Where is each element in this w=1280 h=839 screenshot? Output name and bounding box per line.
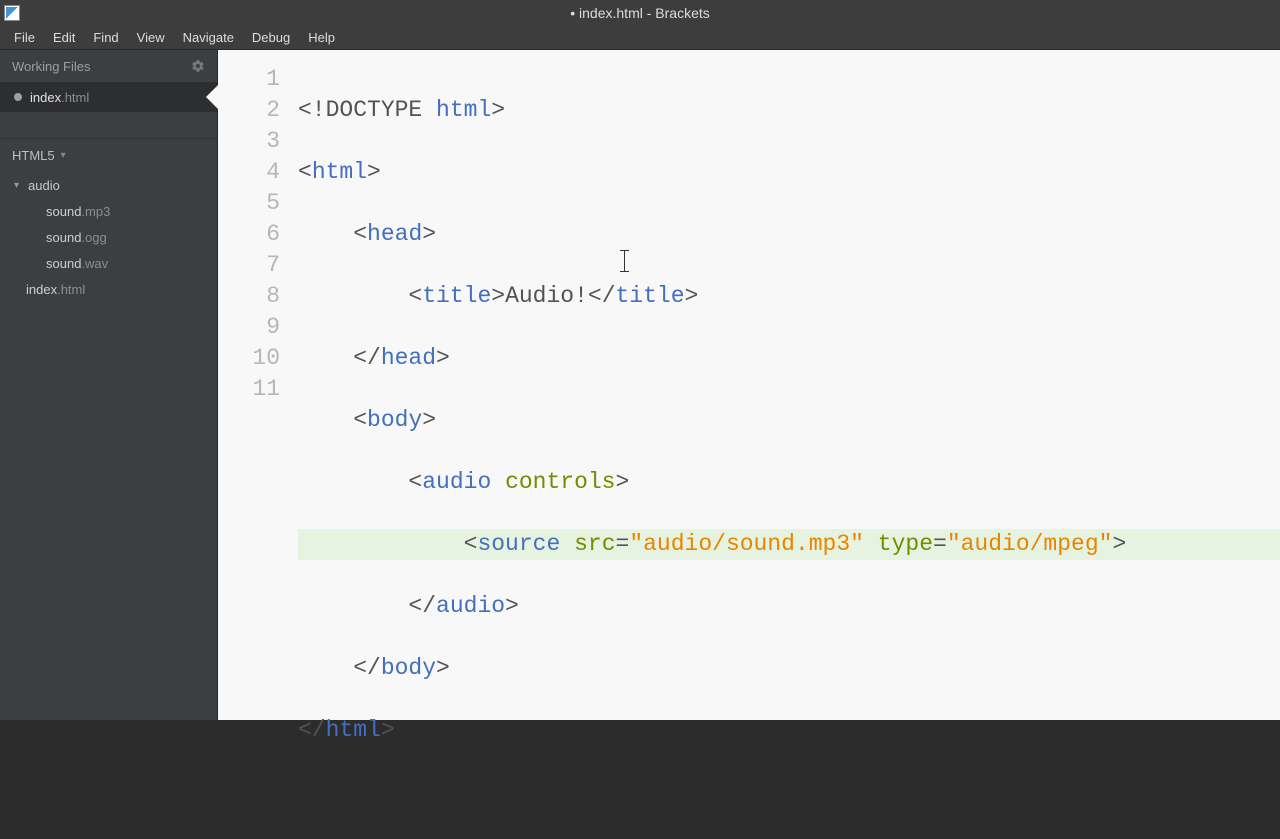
app-logo-icon — [4, 5, 20, 21]
line-number: 10 — [218, 343, 298, 374]
tree-file-sound-mp3[interactable]: sound.mp3 — [0, 198, 217, 224]
sidebar: Working Files index.html HTML5 ▾ ▾ audio… — [0, 50, 218, 720]
code-line: <title>Audio!</title> — [298, 281, 1280, 312]
menu-file[interactable]: File — [6, 27, 43, 48]
working-file-name: index.html — [30, 90, 89, 105]
menu-view[interactable]: View — [129, 27, 173, 48]
project-label: HTML5 — [12, 148, 55, 163]
tree-file-index-html[interactable]: index.html — [0, 276, 217, 302]
line-number: 8 — [218, 281, 298, 312]
dirty-indicator-icon — [14, 93, 22, 101]
menu-edit[interactable]: Edit — [45, 27, 83, 48]
code-line: <body> — [298, 405, 1280, 436]
code-line-active: <source src="audio/sound.mp3" type="audi… — [298, 529, 1280, 560]
line-number: 7 — [218, 250, 298, 281]
menu-debug[interactable]: Debug — [244, 27, 298, 48]
disclose-triangle-icon: ▾ — [14, 180, 24, 191]
line-number: 6 — [218, 219, 298, 250]
menu-find[interactable]: Find — [85, 27, 126, 48]
code-line: <head> — [298, 219, 1280, 250]
line-number: 5 — [218, 188, 298, 219]
line-number: 11 — [218, 374, 298, 405]
titlebar: • index.html - Brackets — [0, 0, 1280, 26]
working-file-index-html[interactable]: index.html — [0, 82, 217, 112]
code-line: </audio> — [298, 591, 1280, 622]
line-number: 3 — [218, 126, 298, 157]
line-number: 2 — [218, 95, 298, 126]
folder-name: audio — [28, 178, 60, 193]
code-area[interactable]: <!DOCTYPE html> <html> <head> <title>Aud… — [298, 50, 1280, 720]
code-line: <html> — [298, 157, 1280, 188]
file-tree: ▾ audio sound.mp3 sound.ogg sound.wav in… — [0, 172, 217, 302]
working-files-header: Working Files — [0, 50, 217, 82]
working-files-list: index.html — [0, 82, 217, 112]
main-area: Working Files index.html HTML5 ▾ ▾ audio… — [0, 50, 1280, 720]
tree-folder-audio[interactable]: ▾ audio — [0, 172, 217, 198]
gear-icon[interactable] — [191, 59, 205, 73]
tree-file-sound-wav[interactable]: sound.wav — [0, 250, 217, 276]
code-line: <!DOCTYPE html> — [298, 95, 1280, 126]
working-files-label: Working Files — [12, 59, 91, 74]
menu-help[interactable]: Help — [300, 27, 343, 48]
line-number: 4 — [218, 157, 298, 188]
code-editor[interactable]: 1 2 3 4 5 6 7 8 9 10 11 <!DOCTYPE html> … — [218, 50, 1280, 720]
chevron-down-icon: ▾ — [61, 150, 66, 161]
menubar: File Edit Find View Navigate Debug Help — [0, 26, 1280, 50]
line-number: 9 — [218, 312, 298, 343]
tree-file-sound-ogg[interactable]: sound.ogg — [0, 224, 217, 250]
line-number: 1 — [218, 64, 298, 95]
code-line: <audio controls> — [298, 467, 1280, 498]
window-title: • index.html - Brackets — [570, 5, 710, 21]
code-line: </head> — [298, 343, 1280, 374]
menu-navigate[interactable]: Navigate — [175, 27, 242, 48]
gutter: 1 2 3 4 5 6 7 8 9 10 11 — [218, 50, 298, 720]
text-cursor-icon — [618, 250, 632, 272]
code-line: </body> — [298, 653, 1280, 684]
project-dropdown[interactable]: HTML5 ▾ — [0, 138, 217, 172]
